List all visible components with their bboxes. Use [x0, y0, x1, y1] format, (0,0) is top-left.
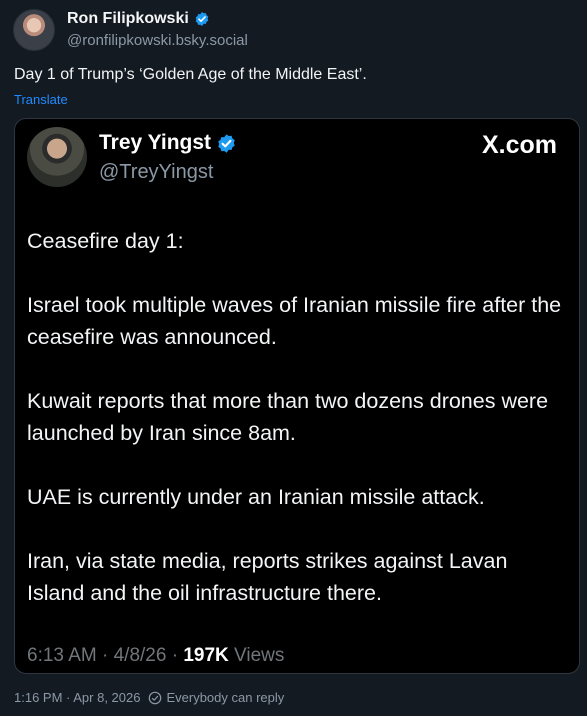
verified-badge-icon	[218, 133, 235, 153]
embed-header: Trey Yingst @TreyYingst	[99, 131, 237, 184]
embed-paragraph: Kuwait reports that more than two dozens…	[27, 389, 549, 445]
embed-timestamp: 6:13 AM · 4/8/26 ·	[27, 645, 184, 666]
embed-meta: 6:13 AM · 4/8/26 · 197K Views	[27, 645, 284, 667]
embed-paragraph: UAE is currently under an Iranian missil…	[27, 485, 485, 509]
verified-badge-icon	[195, 12, 209, 26]
embed-paragraph: Israel took multiple waves of Iranian mi…	[27, 293, 562, 349]
post-text: Day 1 of Trump’s ‘Golden Age of the Midd…	[14, 66, 367, 83]
source-logo: X.com	[481, 131, 557, 159]
post-footer: 1:16 PM · Apr 8, 2026 Everybody can repl…	[14, 690, 284, 705]
embed-paragraph: Ceasefire day 1:	[27, 229, 184, 253]
author-handle[interactable]: @ronfilipkowski.bsky.social	[67, 32, 248, 49]
embed-author-avatar	[27, 127, 87, 187]
embed-author-handle: @TreyYingst	[99, 161, 214, 183]
views-label: Views	[228, 645, 285, 666]
embed-body: Ceasefire day 1: Israel took multiple wa…	[27, 225, 567, 641]
post-header: Ron Filipkowski @ronfilipkowski.bsky.soc…	[67, 10, 248, 49]
embed-author-name: Trey Yingst	[99, 131, 212, 154]
author-avatar[interactable]	[13, 9, 55, 51]
post-timestamp[interactable]: 1:16 PM · Apr 8, 2026	[14, 690, 140, 705]
author-name[interactable]: Ron Filipkowski	[67, 10, 189, 28]
reply-setting[interactable]: Everybody can reply	[166, 690, 284, 705]
translate-link[interactable]: Translate	[14, 92, 68, 107]
embedded-post-card[interactable]: Trey Yingst @TreyYingst X.com Ceasefire …	[14, 118, 580, 674]
views-count: 197K	[183, 645, 229, 666]
embed-paragraph: Iran, via state media, reports strikes a…	[27, 549, 508, 605]
reply-settings-icon	[149, 691, 162, 704]
